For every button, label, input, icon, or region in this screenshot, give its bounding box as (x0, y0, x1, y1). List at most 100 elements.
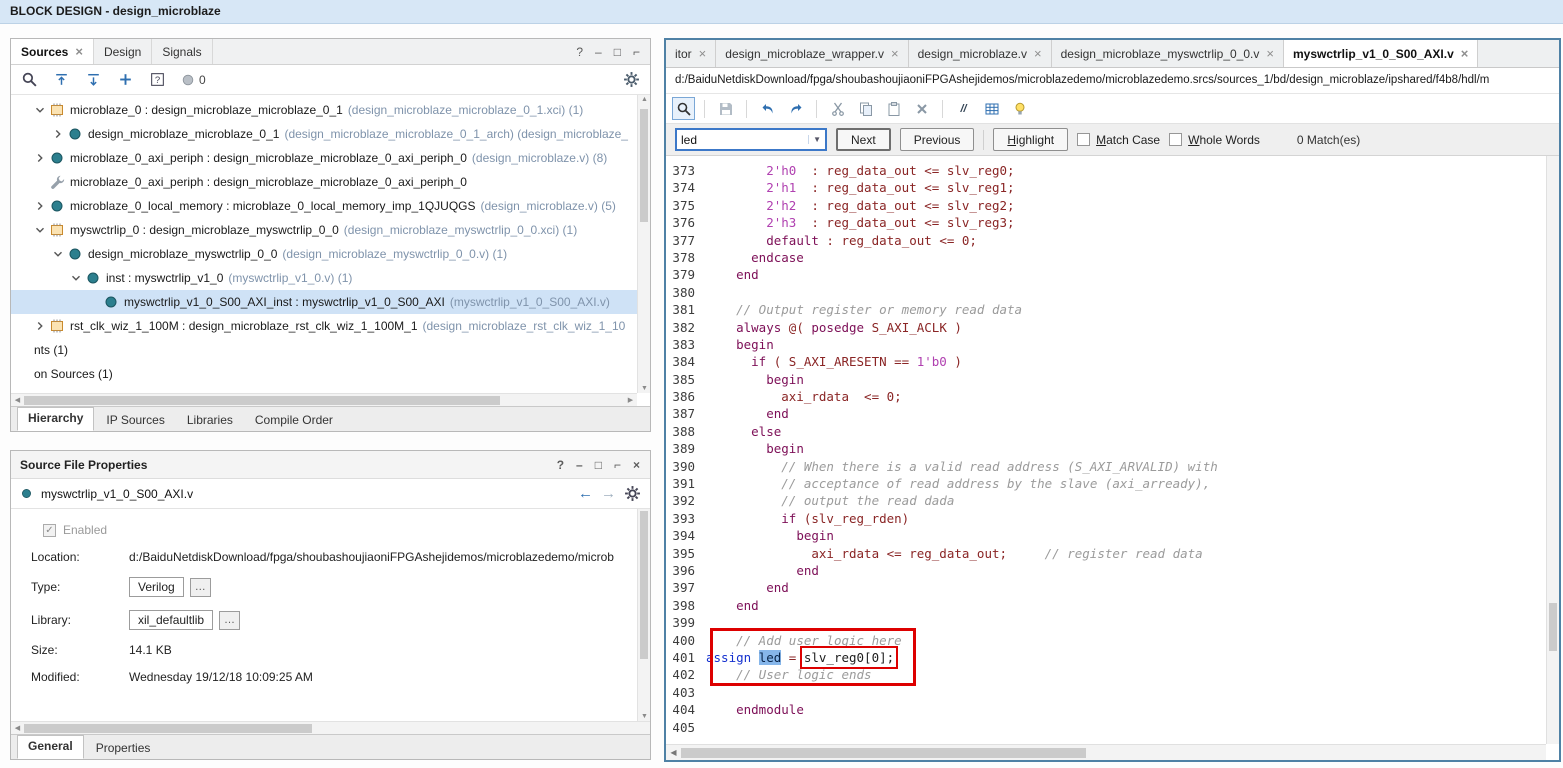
properties-horizontal-scrollbar[interactable]: ◀ (11, 721, 650, 734)
sources-t-sources[interactable]: Sources × (11, 39, 94, 64)
sources-t-signals[interactable]: Signals (152, 39, 213, 64)
find-previous-button[interactable]: Previous (899, 128, 975, 151)
sources-vertical-scrollbar[interactable]: ▲ ▼ (637, 95, 650, 393)
forward-arrow-icon[interactable]: → (601, 485, 616, 502)
undo-icon[interactable] (756, 97, 779, 120)
close-icon[interactable]: × (891, 47, 899, 60)
scrollbar-thumb[interactable] (681, 747, 1086, 758)
paste-icon[interactable] (882, 97, 905, 120)
property-value[interactable]: xil_defaultlib (129, 610, 214, 630)
code-line[interactable]: 384 if ( S_AXI_ARESETN == 1'b0 ) (666, 353, 1546, 370)
editor-tab-design-microblaze-v[interactable]: design_microblaze.v × (909, 40, 1052, 67)
scrollbar-thumb[interactable] (1549, 602, 1557, 651)
tree-row[interactable]: microblaze_0_axi_periph : design_microbl… (11, 170, 637, 194)
add-icon[interactable] (117, 71, 134, 88)
help-icon[interactable]: ? (557, 458, 564, 472)
tree-row[interactable]: microblaze_0 : design_microblaze_microbl… (11, 98, 637, 122)
scrollbar-thumb[interactable] (24, 395, 500, 405)
code-line[interactable]: 388 else (666, 423, 1546, 440)
code-line[interactable]: 391 // acceptance of read address by the… (666, 475, 1546, 492)
sources-t-design[interactable]: Design (94, 39, 153, 64)
tree-row[interactable]: myswctrlip_0 : design_microblaze_myswctr… (11, 218, 637, 242)
maximize-icon[interactable]: □ (614, 45, 621, 59)
code-line[interactable]: 405 (666, 719, 1546, 736)
property-value[interactable]: Verilog (129, 577, 184, 597)
find-next-button[interactable]: Next (836, 128, 891, 151)
code-line[interactable]: 386 axi_rdata <= 0; (666, 388, 1546, 405)
highlight-button[interactable]: Highlight (993, 128, 1069, 151)
chevron-down-icon[interactable] (69, 271, 83, 285)
scroll-right-icon[interactable]: ▶ (624, 396, 637, 404)
collapse-all-icon[interactable] (53, 71, 70, 88)
tree-row[interactable]: rst_clk_wiz_1_100M : design_microblaze_r… (11, 314, 637, 338)
help-box-icon[interactable]: ? (149, 71, 166, 88)
chevron-down-icon[interactable] (51, 247, 65, 261)
code-line[interactable]: 395 axi_rdata <= reg_data_out; // regist… (666, 545, 1546, 562)
tree-row[interactable]: nts (1) (11, 338, 637, 362)
float-icon[interactable]: ⌐ (633, 45, 640, 59)
scroll-left-icon[interactable]: ◀ (666, 748, 681, 757)
scroll-left-icon[interactable]: ◀ (11, 724, 24, 732)
sources-bottom-tab-ip-sources[interactable]: IP Sources (96, 410, 174, 431)
chevron-right-icon[interactable] (51, 127, 65, 141)
whole-words-checkbox[interactable]: Whole Words (1169, 133, 1260, 147)
expand-all-icon[interactable] (85, 71, 102, 88)
close-icon[interactable]: × (633, 458, 640, 472)
code-line[interactable]: 377 default : reg_data_out <= 0; (666, 232, 1546, 249)
chevron-right-icon[interactable] (33, 319, 47, 333)
code-line[interactable]: 380 (666, 284, 1546, 301)
scroll-left-icon[interactable]: ◀ (11, 396, 24, 404)
code-lines[interactable]: 373 2'h0 : reg_data_out <= slv_reg0; 374 … (666, 156, 1546, 744)
code-line[interactable]: 385 begin (666, 371, 1546, 388)
messages-badge[interactable]: 0 (181, 73, 206, 87)
editor-horizontal-scrollbar[interactable]: ◀ (666, 744, 1546, 760)
chevron-right-icon[interactable] (33, 199, 47, 213)
code-line[interactable]: 397 end (666, 579, 1546, 596)
code-line[interactable]: 392 // output the read dada (666, 492, 1546, 509)
code-line[interactable]: 399 (666, 614, 1546, 631)
code-line[interactable]: 398 end (666, 597, 1546, 614)
chevron-right-icon[interactable] (33, 151, 47, 165)
scrollbar-thumb[interactable] (24, 723, 312, 733)
bulb-icon[interactable] (1008, 97, 1031, 120)
tree-row[interactable]: microblaze_0_local_memory : microblaze_0… (11, 194, 637, 218)
editor-tab-design-microblaze-myswctrlip-0-0-v[interactable]: design_microblaze_myswctrlip_0_0.v × (1052, 40, 1284, 67)
close-icon[interactable]: × (1461, 47, 1469, 60)
editor-tab-myswctrlip-v1-0-s00-axi-v[interactable]: myswctrlip_v1_0_S00_AXI.v × (1283, 40, 1479, 67)
scroll-up-icon[interactable]: ▲ (638, 96, 650, 103)
sources-bottom-tab-hierarchy[interactable]: Hierarchy (17, 407, 95, 431)
tree-row[interactable]: design_microblaze_microblaze_0_1 (design_… (11, 122, 637, 146)
more-options-button[interactable]: … (219, 610, 241, 630)
code-line[interactable]: 401 assign led = slv_reg0[0]; (666, 645, 1546, 669)
more-options-button[interactable]: … (189, 577, 211, 597)
scroll-down-icon[interactable]: ▼ (638, 713, 650, 720)
editor-vertical-scrollbar[interactable] (1546, 156, 1559, 744)
close-icon[interactable]: × (699, 47, 707, 60)
code-line[interactable]: 376 2'h3 : reg_data_out <= slv_reg3; (666, 214, 1546, 231)
maximize-icon[interactable]: □ (595, 458, 602, 472)
code-line[interactable]: 387 end (666, 405, 1546, 422)
match-case-checkbox[interactable]: Match Case (1077, 133, 1160, 147)
gear-icon[interactable] (623, 71, 640, 88)
cut-icon[interactable] (826, 97, 849, 120)
chevron-down-icon[interactable] (33, 103, 47, 117)
copy-icon[interactable] (854, 97, 877, 120)
code-line[interactable]: 381 // Output register or memory read da… (666, 301, 1546, 318)
grid-icon[interactable] (980, 97, 1003, 120)
help-icon[interactable]: ? (576, 45, 583, 59)
minimize-icon[interactable]: – (595, 45, 602, 59)
close-icon[interactable]: × (1034, 47, 1042, 60)
code-line[interactable]: 382 always @( posedge S_AXI_ACLK ) (666, 319, 1546, 336)
code-line[interactable]: 403 (666, 684, 1546, 701)
chevron-down-icon[interactable] (33, 223, 47, 237)
tree-row[interactable]: microblaze_0_axi_periph : design_microbl… (11, 146, 637, 170)
sources-bottom-tab-libraries[interactable]: Libraries (177, 410, 243, 431)
code-line[interactable]: 400 // Add user logic here (666, 632, 1546, 649)
close-icon[interactable]: × (75, 45, 83, 58)
find-input-wrap[interactable]: ▼ (675, 128, 827, 151)
code-line[interactable]: 375 2'h2 : reg_data_out <= slv_reg2; (666, 197, 1546, 214)
properties-bottom-tab-general[interactable]: General (17, 735, 84, 759)
scrollbar-thumb[interactable] (640, 109, 648, 223)
back-arrow-icon[interactable]: ← (578, 485, 593, 502)
code-line[interactable]: 390 // When there is a valid read addres… (666, 458, 1546, 475)
